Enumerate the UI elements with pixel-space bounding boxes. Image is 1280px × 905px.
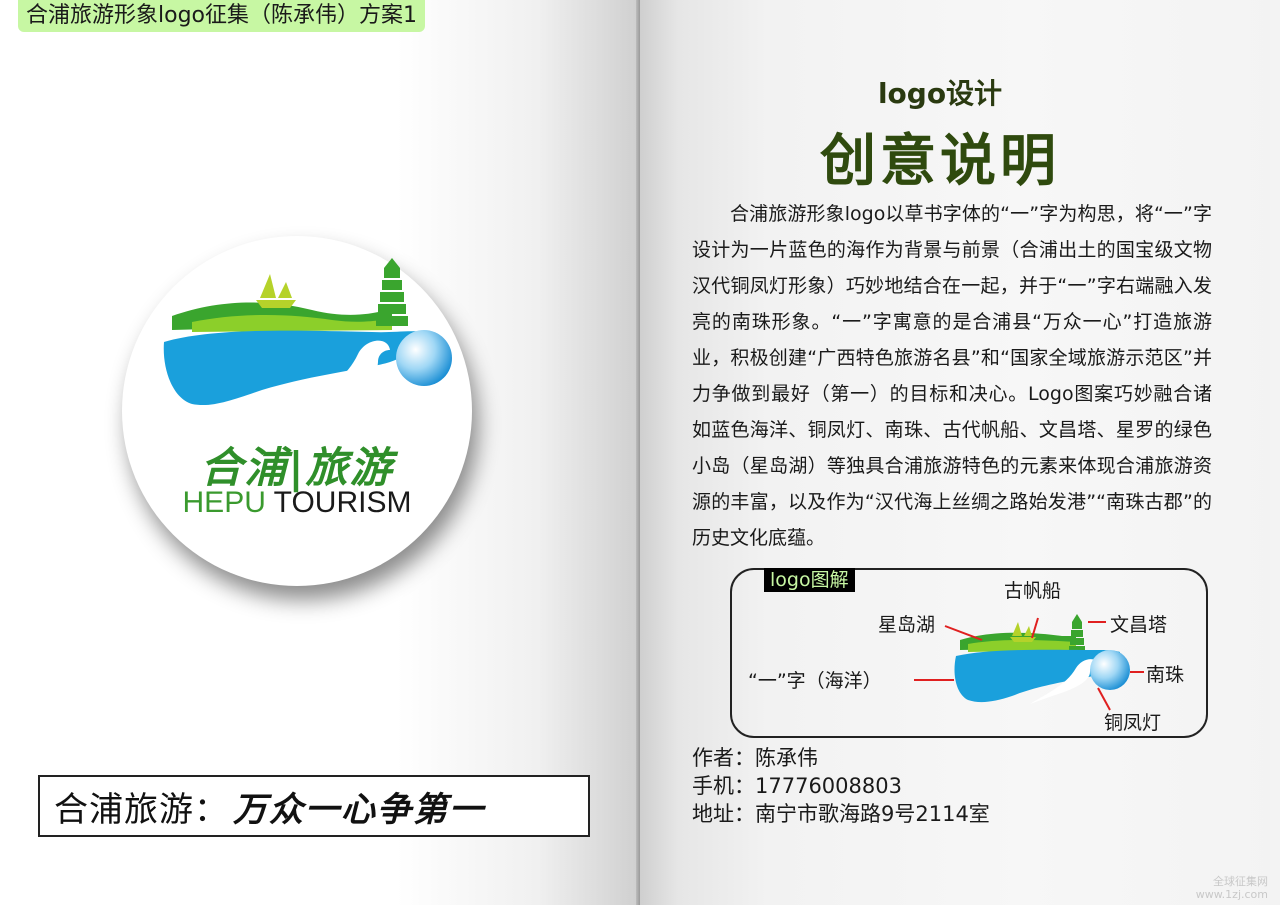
label-wenchang-pagoda: 文昌塔 [1110, 614, 1168, 636]
watermark: 全球征集网 www.1zj.com [1196, 875, 1268, 901]
section-subtitle: logo设计 [877, 77, 1003, 110]
sail-boat [256, 274, 296, 308]
left-page: 合浦旅游形象logo征集（陈承伟）方案1 合浦|旅游 HEPU TOURISM … [0, 0, 640, 905]
slogan-prefix: 合浦旅游： [54, 789, 229, 830]
watermark-line1: 全球征集网 [1213, 875, 1268, 888]
label-star-island-lake: 星岛湖 [878, 614, 936, 636]
logo-tourism: TOURISM [273, 486, 412, 519]
page-header-title: 合浦旅游形象logo征集（陈承伟）方案1 [18, 0, 425, 32]
label-character-yi-sea: “一”字（海洋） [748, 670, 882, 692]
logo-hepu: HEPU [182, 486, 266, 519]
logo-english-text: HEPU TOURISM [122, 486, 472, 520]
logo-diagram: logo图解 古帆船 星岛湖 文昌塔 “一”字（海洋） 南珠 铜凤灯 [730, 568, 1208, 738]
description-paragraph: 合浦旅游形象logo以草书字体的“一”字为构思，将“一”字设计为一片蓝色的海作为… [692, 203, 1212, 549]
pearl-icon [396, 330, 452, 386]
contact-phone: 手机：17776008803 [692, 774, 902, 798]
mini-pearl [1090, 650, 1130, 690]
label-ancient-sail-boat: 古帆船 [1004, 580, 1062, 602]
watermark-line2: www.1zj.com [1195, 888, 1268, 901]
logo-emblem [163, 258, 452, 416]
label-bronze-phoenix-lamp: 铜凤灯 [1104, 712, 1162, 734]
section-title: 创意说明 [820, 129, 1060, 194]
right-page: logo设计 创意说明 合浦旅游形象logo以草书字体的“一”字为构思，将“一”… [640, 0, 1280, 905]
contact-address: 地址：南宁市歌海路9号2114室 [692, 802, 990, 826]
mini-sail [1010, 622, 1036, 642]
logo-badge: 合浦|旅游 HEPU TOURISM [122, 236, 472, 586]
contact-author: 作者：陈承伟 [692, 746, 818, 770]
label-south-pearl: 南珠 [1146, 664, 1185, 686]
mini-pagoda [1069, 614, 1085, 653]
slogan-motto: 万众一心争第一 [233, 789, 485, 830]
slogan-box: 合浦旅游： 万众一心争第一 [38, 775, 590, 837]
